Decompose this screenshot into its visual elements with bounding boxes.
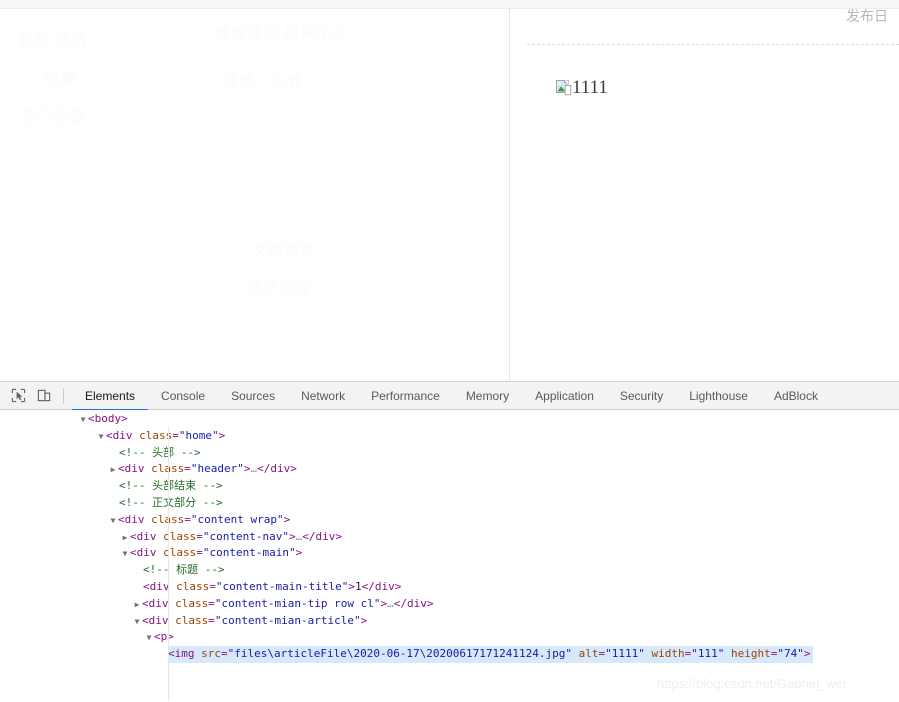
tab-network[interactable]: Network: [288, 382, 358, 410]
dom-tree-indent-guide: [168, 426, 169, 701]
expand-triangle-icon[interactable]: ▼: [144, 630, 154, 647]
faint-text: 热门标签: [22, 105, 86, 126]
page-top-strip: [0, 0, 899, 9]
expand-triangle-icon[interactable]: ▶: [120, 530, 130, 547]
toolbar-divider: [63, 388, 64, 404]
dom-node-comment-header-end[interactable]: <!-- 头部结束 -->: [0, 478, 899, 495]
faint-text: 高级搜索 用户中心: [215, 22, 348, 43]
expand-triangle-icon[interactable]: ▼: [108, 513, 118, 530]
dom-node-div-content-nav[interactable]: ▶<div class="content-nav">…</div>: [0, 529, 899, 546]
tab-elements[interactable]: Elements: [72, 382, 148, 410]
dom-node-img-wrapper: <img src="files\articleFile\2020-06-17\2…: [0, 646, 899, 663]
dom-node-div-header[interactable]: ▶<div class="header">…</div>: [0, 461, 899, 478]
dom-tree-viewer[interactable]: ▼<body> ▼<div class="home"> <!-- 头部 --> …: [0, 410, 899, 702]
expand-triangle-icon[interactable]: ▼: [96, 429, 106, 446]
watermark-url: https://blog.csdn.net/Gabriel_wei: [657, 676, 846, 691]
dom-node-p[interactable]: ▼<p>: [0, 629, 899, 646]
dom-node-body[interactable]: ▼<body>: [0, 411, 899, 428]
tab-memory[interactable]: Memory: [453, 382, 522, 410]
dom-node-img-selected[interactable]: <img src="files\articleFile\2020-06-17\2…: [168, 646, 813, 663]
faint-text: 文章列表: [252, 240, 316, 261]
faint-text: 招聘: [45, 68, 77, 89]
faint-text: 登录 / 注册: [222, 70, 302, 91]
expand-triangle-icon[interactable]: ▼: [120, 546, 130, 563]
expand-triangle-icon[interactable]: ▶: [108, 462, 118, 479]
inspect-element-icon[interactable]: [5, 383, 31, 409]
tab-lighthouse[interactable]: Lighthouse: [676, 382, 761, 410]
devtools-panel: ElementsConsoleSourcesNetworkPerformance…: [0, 381, 899, 702]
dom-node-div-content-main[interactable]: ▼<div class="content-main">: [0, 545, 899, 562]
article-content: 1111: [556, 78, 608, 97]
broken-image-icon: [556, 80, 572, 96]
faint-text: 更多内容: [247, 277, 311, 298]
dom-node-comment-header-start[interactable]: <!-- 头部 -->: [0, 445, 899, 462]
browser-page-viewport: 首页 资讯高级搜索 用户中心招聘登录 / 注册热门标签文章列表更多内容 发布日 …: [0, 0, 899, 381]
dom-node-div-home[interactable]: ▼<div class="home">: [0, 428, 899, 445]
publish-date-label: 发布日: [846, 6, 888, 26]
dom-node-comment-body-start[interactable]: <!-- 正文部分 -->: [0, 495, 899, 512]
devtools-tab-bar: ElementsConsoleSourcesNetworkPerformance…: [72, 382, 831, 410]
expand-triangle-icon[interactable]: ▶: [132, 597, 142, 614]
image-alt-text: 1111: [572, 78, 608, 97]
expand-triangle-icon[interactable]: ▼: [132, 614, 142, 631]
dom-node-div-content-wrap[interactable]: ▼<div class="content wrap">: [0, 512, 899, 529]
tab-application[interactable]: Application: [522, 382, 607, 410]
device-toolbar-icon[interactable]: [31, 383, 57, 409]
tab-adblock[interactable]: AdBlock: [761, 382, 831, 410]
page-column-divider: [509, 8, 510, 381]
dom-node-div-content-mian-tip[interactable]: ▶<div class="content-mian-tip row cl">…<…: [0, 596, 899, 613]
dom-node-div-content-main-title[interactable]: <div class="content-main-title">1</div>: [0, 579, 899, 596]
tab-console[interactable]: Console: [148, 382, 218, 410]
devtools-toolbar: ElementsConsoleSourcesNetworkPerformance…: [0, 382, 899, 410]
tab-performance[interactable]: Performance: [358, 382, 453, 410]
article-dashed-separator: [527, 44, 899, 45]
tab-sources[interactable]: Sources: [218, 382, 288, 410]
dom-node-div-content-mian-article[interactable]: ▼<div class="content-mian-article">: [0, 613, 899, 630]
tab-security[interactable]: Security: [607, 382, 676, 410]
dom-node-comment-title[interactable]: <!-- 标题 -->: [0, 562, 899, 579]
faint-text: 首页 资讯: [18, 28, 87, 49]
